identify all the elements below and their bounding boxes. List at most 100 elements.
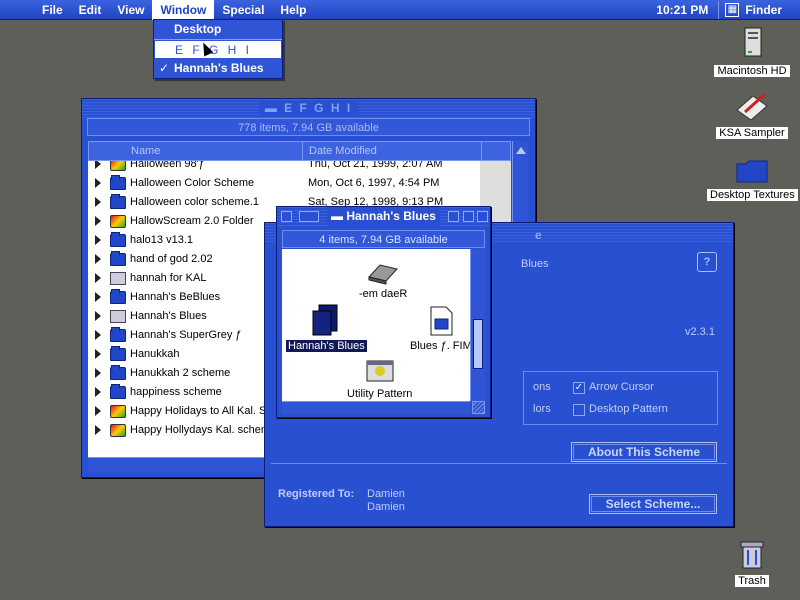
row-name: Hanukkah 2 scheme — [130, 367, 231, 379]
document-icon — [110, 272, 126, 285]
registered-name-1: Damien — [367, 488, 405, 500]
desktop-pattern-checkbox[interactable] — [573, 404, 585, 416]
efghi-title-bar[interactable]: ▬ E F G H I — [82, 99, 535, 118]
hannah-title-bar[interactable]: ▬ Hannah's Blues — [277, 207, 490, 226]
file-item-hannahs-blues[interactable]: Hannah's Blues — [286, 303, 367, 352]
row-name: Hannah's Blues — [130, 310, 207, 322]
finder-app-icon[interactable]: ▦ — [725, 3, 740, 17]
window-proxy-icon[interactable] — [299, 211, 319, 222]
row-name: happiness scheme — [130, 386, 222, 398]
window-menu-item-desktop[interactable]: Desktop — [154, 20, 282, 39]
hannah-resize-handle[interactable] — [472, 401, 485, 414]
desktop-icon-trash[interactable]: Trash — [707, 538, 797, 587]
folder-icon — [110, 346, 126, 361]
application-icon — [110, 161, 126, 171]
disclosure-triangle-icon[interactable] — [95, 292, 101, 302]
file-item-readme[interactable]: -em daeR — [357, 261, 409, 300]
disclosure-triangle-icon[interactable] — [95, 425, 101, 435]
application-menu[interactable]: Finder — [745, 3, 800, 17]
scheme-name: Blues — [521, 258, 549, 270]
scroll-thumb[interactable] — [473, 319, 483, 369]
select-scheme-button[interactable]: Select Scheme... — [589, 494, 717, 514]
about-scheme-button[interactable]: About This Scheme — [571, 442, 717, 462]
efghi-window-title: E F G H I — [284, 101, 353, 115]
hannahs-blues-window: ▬ Hannah's Blues 4 items, 7.94 GB availa… — [276, 206, 491, 418]
row-name: hannah for KAL — [130, 272, 207, 284]
scroll-up-icon[interactable] — [516, 147, 526, 154]
disclosure-triangle-icon[interactable] — [95, 368, 101, 378]
menubar-divider — [718, 1, 720, 19]
disclosure-triangle-icon[interactable] — [95, 254, 101, 264]
document-icon — [110, 310, 126, 323]
checkmark-icon: ✓ — [159, 61, 170, 75]
disclosure-triangle-icon[interactable] — [95, 161, 101, 169]
desktop-icon-desktop-textures[interactable]: Desktop Textures — [707, 158, 798, 201]
row-name: Happy Hollydays Kal. scheme — [130, 424, 277, 436]
disclosure-triangle-icon[interactable] — [95, 178, 101, 188]
close-box-icon[interactable] — [281, 211, 292, 222]
file-item-label: Utility Pattern — [347, 388, 413, 400]
disclosure-triangle-icon[interactable] — [95, 330, 101, 340]
row-name: HallowScream 2.0 Folder — [130, 215, 254, 227]
window-menu-dropdown: Desktop E F G H I ✓ Hannah's Blues — [153, 19, 283, 79]
disclosure-triangle-icon[interactable] — [95, 387, 101, 397]
disclosure-triangle-icon[interactable] — [95, 273, 101, 283]
column-divider — [481, 142, 482, 160]
help-button[interactable]: ? — [697, 252, 717, 272]
registered-name-2: Damien — [367, 501, 405, 513]
row-name: Halloween Color Scheme — [130, 177, 255, 189]
zoom-box-icon[interactable] — [448, 211, 459, 222]
pattern-icon — [366, 360, 394, 382]
desktop-icon-macintosh-hd[interactable]: Macintosh HD — [707, 26, 797, 77]
disclosure-triangle-icon[interactable] — [95, 197, 101, 207]
menu-window[interactable]: Window — [152, 0, 215, 20]
options-group — [523, 371, 718, 425]
desktop-icon-ksa-sampler[interactable]: KSA Sampler — [707, 90, 797, 139]
column-divider — [302, 142, 303, 160]
folder-icon — [110, 289, 126, 304]
menu-view[interactable]: View — [109, 0, 152, 20]
disclosure-triangle-icon[interactable] — [95, 406, 101, 416]
menu-item-label: E F G H I — [175, 43, 253, 57]
efghi-info-bar: 778 items, 7.94 GB available — [87, 118, 530, 136]
window-menu-item-hannahs-blues[interactable]: ✓ Hannah's Blues — [154, 59, 282, 78]
window-shade-icon[interactable] — [477, 211, 488, 222]
table-row[interactable]: Halloween 98'ƒ Thu, Oct 21, 1999, 2:07 AM — [88, 161, 511, 174]
arrow-cursor-checkbox[interactable]: ✓ — [573, 382, 585, 394]
file-item-blues-fim[interactable]: Blues ƒ. FIM — [408, 305, 474, 352]
folder-icon — [736, 160, 768, 183]
column-header: Name Date Modified — [88, 141, 511, 161]
panel-divider — [271, 463, 727, 464]
row-name: Halloween 98'ƒ — [130, 161, 205, 170]
file-item-utility-pattern[interactable]: Utility Pattern — [345, 359, 414, 400]
sampler-app-icon — [736, 92, 768, 121]
hannah-horizontal-scrollbar[interactable] — [282, 401, 470, 414]
trash-icon — [740, 541, 764, 569]
desktop-icon-label: KSA Sampler — [716, 127, 788, 139]
menu-bar: File Edit View Window Special Help 10:21… — [0, 0, 800, 20]
row-date: Mon, Oct 6, 1997, 4:54 PM — [308, 177, 440, 189]
row-name: Hannah's BeBlues — [130, 291, 221, 303]
registered-label: Registered To: — [278, 488, 355, 500]
disclosure-triangle-icon[interactable] — [95, 349, 101, 359]
menu-special[interactable]: Special — [214, 0, 272, 20]
menu-edit[interactable]: Edit — [71, 0, 110, 20]
column-date-header[interactable]: Date Modified — [309, 145, 377, 157]
collapse-box-icon[interactable] — [463, 211, 474, 222]
hannah-vertical-scrollbar[interactable] — [470, 249, 485, 401]
table-row[interactable]: Halloween Color Scheme Mon, Oct 6, 1997, … — [88, 174, 511, 193]
application-icon — [110, 424, 126, 437]
menubar-clock[interactable]: 10:21 PM — [646, 3, 718, 17]
row-name: Halloween color scheme.1 — [130, 196, 260, 208]
disclosure-triangle-icon[interactable] — [95, 235, 101, 245]
hannah-info-bar: 4 items, 7.94 GB available — [282, 230, 485, 248]
desktop-icon-label: Desktop Textures — [707, 189, 798, 201]
folder-icon: ▬ — [331, 209, 343, 223]
column-name-header[interactable]: Name — [131, 145, 160, 157]
menu-help[interactable]: Help — [272, 0, 314, 20]
menu-file[interactable]: File — [34, 0, 71, 20]
disclosure-triangle-icon[interactable] — [95, 311, 101, 321]
disclosure-triangle-icon[interactable] — [95, 216, 101, 226]
file-item-label: -em daeR — [359, 288, 408, 300]
window-menu-item-efghi[interactable]: E F G H I — [154, 40, 282, 59]
